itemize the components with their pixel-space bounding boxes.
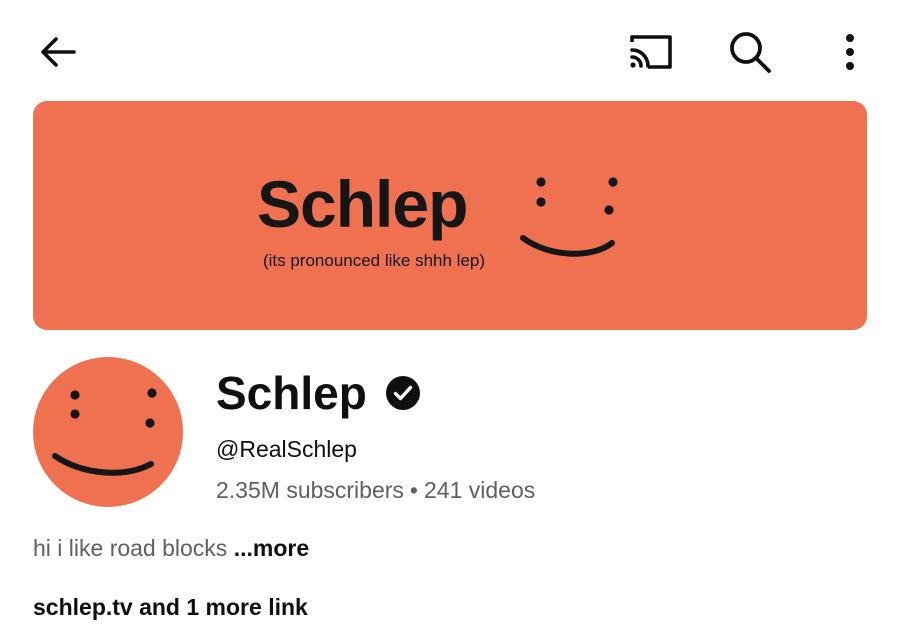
back-arrow-icon <box>41 37 76 67</box>
top-app-bar <box>0 0 900 100</box>
channel-description[interactable]: hi i like road blocks ...more <box>33 537 309 560</box>
smiley-face-icon <box>520 177 618 257</box>
channel-banner: Schlep (its pronounced like shhh lep) <box>33 101 867 330</box>
search-icon <box>730 32 771 73</box>
banner-subtitle: (its pronounced like shhh lep) <box>262 251 486 270</box>
channel-stats: 2.35M subscribers • 241 videos <box>216 479 535 502</box>
channel-handle: @RealSchlep <box>216 436 357 462</box>
channel-title-row: Schlep <box>216 366 421 420</box>
avatar-smiley-icon <box>52 388 157 476</box>
avatar[interactable] <box>33 357 183 507</box>
more-vertical-icon <box>846 34 854 70</box>
channel-links[interactable]: schlep.tv and 1 more link <box>33 596 308 619</box>
cast-button[interactable] <box>620 26 680 78</box>
description-more-link[interactable]: ...more <box>234 535 309 561</box>
more-options-button[interactable] <box>826 24 874 80</box>
channel-name: Schlep <box>216 367 367 419</box>
back-button[interactable] <box>30 26 86 78</box>
video-count: 241 videos <box>423 477 536 503</box>
search-button[interactable] <box>720 24 780 80</box>
cast-icon <box>630 35 672 69</box>
verified-check-icon <box>385 376 420 410</box>
banner-title: Schlep <box>257 167 468 241</box>
stats-separator: • <box>409 477 418 503</box>
description-text: hi i like road blocks <box>33 535 234 561</box>
subscriber-count: 2.35M subscribers <box>216 477 404 503</box>
